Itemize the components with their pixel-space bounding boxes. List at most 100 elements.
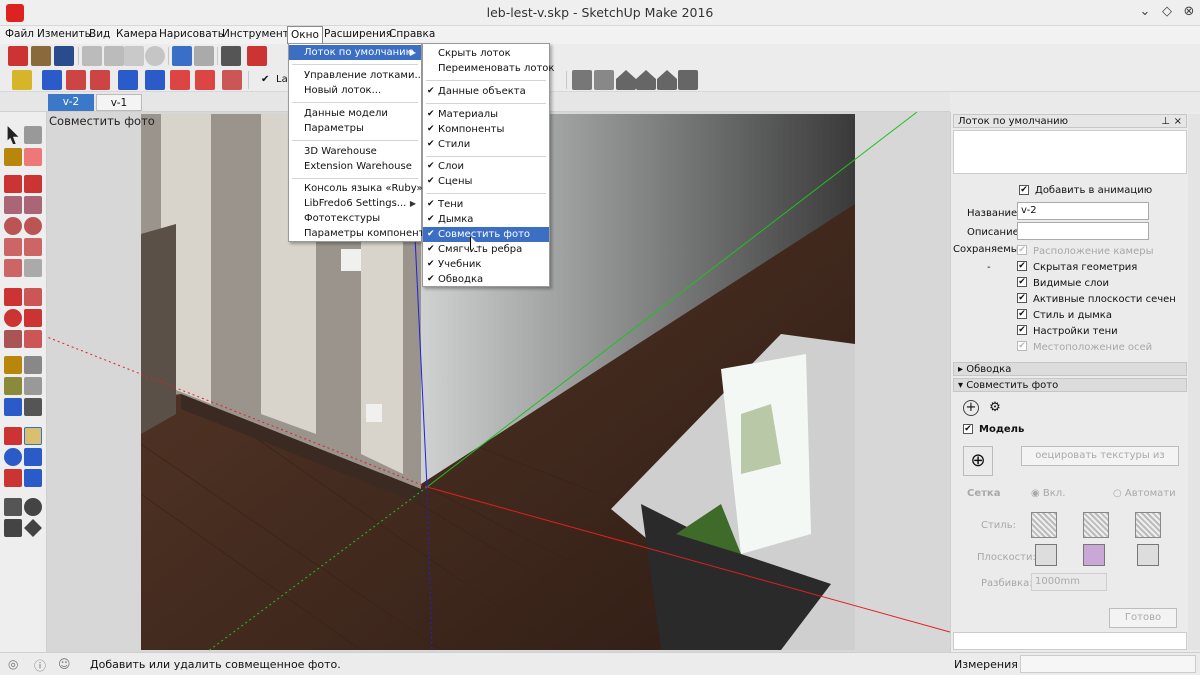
menu-help[interactable]: Справка: [389, 28, 435, 40]
menu-edit[interactable]: Изменить: [37, 28, 91, 40]
menu-tools[interactable]: Инструменты: [222, 28, 297, 40]
freehand-icon[interactable]: [24, 175, 42, 193]
select-icon[interactable]: [7, 126, 19, 144]
grid-style-2-icon[interactable]: [1083, 512, 1109, 538]
menu-view[interactable]: Вид: [89, 28, 110, 40]
menu-item-model-info[interactable]: Данные модели: [289, 106, 421, 121]
print-icon[interactable]: [221, 46, 241, 66]
info-icon[interactable]: ⓘ: [34, 657, 46, 674]
rotate-tool-icon[interactable]: [4, 309, 22, 327]
open-folder-icon[interactable]: [31, 46, 51, 66]
arc-icon[interactable]: [4, 238, 22, 256]
menu-item-components[interactable]: ✔ Компоненты: [423, 122, 549, 137]
menu-item-fog[interactable]: ✔ Дымка: [423, 212, 549, 227]
rotated-rectangle-icon[interactable]: [24, 196, 42, 214]
measurements-input[interactable]: [1020, 655, 1196, 673]
grid-style-1-icon[interactable]: [1031, 512, 1057, 538]
previous-view-icon[interactable]: [24, 469, 42, 487]
plane-3-icon[interactable]: [1137, 544, 1159, 566]
scene-name-input[interactable]: v-2: [1017, 202, 1149, 220]
axis-blue-icon[interactable]: [42, 70, 62, 90]
left-view-icon[interactable]: [678, 70, 698, 90]
orbit-icon[interactable]: [4, 427, 22, 445]
dimension-2-icon[interactable]: [90, 70, 110, 90]
menu-item-ruby-console[interactable]: Консоль языка «Ruby»: [289, 181, 423, 196]
push-pull-icon[interactable]: [24, 288, 42, 306]
menu-draw[interactable]: Нарисовать: [159, 28, 224, 40]
section-icon[interactable]: [118, 70, 138, 90]
geo-location-icon[interactable]: ◎: [8, 657, 18, 671]
layer-check-icon[interactable]: ✔: [261, 74, 269, 85]
pan-icon[interactable]: [24, 427, 42, 445]
line-icon[interactable]: [4, 175, 22, 193]
back-view-icon[interactable]: [657, 70, 677, 90]
dimension-tool-icon[interactable]: [24, 356, 42, 374]
pie-icon[interactable]: [24, 259, 42, 277]
circle-icon[interactable]: [4, 217, 22, 235]
tape-measure-icon[interactable]: [4, 356, 22, 374]
iso-view-icon[interactable]: [572, 70, 592, 90]
menu-item-3d-warehouse[interactable]: 3D Warehouse: [289, 144, 421, 159]
zoom-extents-icon[interactable]: [4, 469, 22, 487]
grid-style-3-icon[interactable]: [1135, 512, 1161, 538]
zoom-icon[interactable]: [4, 448, 22, 466]
user-icon[interactable]: ☺: [58, 657, 71, 671]
shadow-settings-checkbox[interactable]: ✔: [1017, 325, 1027, 335]
style-fog-checkbox[interactable]: ✔: [1017, 309, 1027, 319]
menu-item-styles[interactable]: ✔ Стили: [423, 137, 549, 152]
menu-item-libfredo-settings[interactable]: LibFredo6 Settings... ▶: [289, 196, 421, 211]
model-info-icon[interactable]: [247, 46, 267, 66]
mirror-icon[interactable]: [145, 70, 165, 90]
menu-item-instructor[interactable]: ✔ Учебник: [423, 257, 549, 272]
menu-item-component-options[interactable]: Параметры компонента: [289, 226, 431, 241]
redo-icon[interactable]: [194, 46, 214, 66]
menu-item-soften-edges[interactable]: ✔ Смягчить ребра: [423, 242, 549, 257]
plane-1-icon[interactable]: [1035, 544, 1057, 566]
grid-on-radio[interactable]: ◉ Вкл.: [1031, 488, 1065, 499]
menu-item-photo-textures[interactable]: Фототекстуры: [289, 211, 421, 226]
undo-icon[interactable]: [172, 46, 192, 66]
top-view-icon[interactable]: [594, 70, 614, 90]
add-to-animation-checkbox[interactable]: ✔: [1019, 185, 1029, 195]
section-plane-icon[interactable]: [24, 519, 42, 537]
protractor-icon[interactable]: [4, 377, 22, 395]
menu-item-rename-tray[interactable]: Переименовать лоток: [423, 61, 554, 76]
tab-scene-v2[interactable]: v-2: [48, 94, 94, 111]
new-file-icon[interactable]: [8, 46, 28, 66]
section-match-photo-header[interactable]: ▾ Совместить фото: [953, 378, 1187, 392]
plane-2-icon[interactable]: [1083, 544, 1105, 566]
scenes-list[interactable]: [953, 130, 1187, 174]
warehouse-icon[interactable]: [222, 70, 242, 90]
pin-icon[interactable]: ⊥: [1161, 115, 1170, 129]
model-checkbox[interactable]: ✔: [963, 424, 973, 434]
walk-icon[interactable]: [4, 519, 22, 537]
arc-3-icon[interactable]: [4, 259, 22, 277]
menu-item-match-photo[interactable]: ✔ Совместить фото: [423, 227, 549, 242]
axes-icon[interactable]: [12, 70, 32, 90]
arc-2-icon[interactable]: [24, 238, 42, 256]
front-view-icon[interactable]: [616, 70, 636, 90]
tray-scrollbar[interactable]: [1188, 114, 1200, 650]
scene-description-input[interactable]: [1017, 222, 1149, 240]
rotate-icon[interactable]: [170, 70, 190, 90]
axes-location-checkbox[interactable]: ✔: [1017, 341, 1027, 351]
follow-me-icon[interactable]: [24, 309, 42, 327]
tray-close-icon[interactable]: ×: [1174, 115, 1182, 129]
zoom-window-icon[interactable]: [24, 448, 42, 466]
copy-icon[interactable]: [104, 46, 124, 66]
grid-auto-radio[interactable]: ○ Автомати: [1113, 488, 1176, 499]
erase-icon[interactable]: [145, 46, 165, 66]
scale-icon[interactable]: [4, 330, 22, 348]
menu-item-preferences[interactable]: Параметры: [289, 121, 421, 136]
done-button[interactable]: Готово: [1109, 608, 1177, 628]
cut-icon[interactable]: [82, 46, 102, 66]
section-outline-header[interactable]: ▸ Обводка: [953, 362, 1187, 376]
menu-item-scenes[interactable]: ✔ Сцены: [423, 174, 549, 189]
menu-camera[interactable]: Камера: [116, 28, 157, 40]
add-photo-icon[interactable]: +: [963, 400, 979, 416]
spacing-input[interactable]: 1000mm: [1031, 573, 1107, 591]
minimize-icon[interactable]: ⌄: [1136, 3, 1154, 21]
dimension-icon[interactable]: [66, 70, 86, 90]
menu-file[interactable]: Файл: [5, 28, 34, 40]
menu-item-manage-trays[interactable]: Управление лотками...: [289, 68, 424, 83]
